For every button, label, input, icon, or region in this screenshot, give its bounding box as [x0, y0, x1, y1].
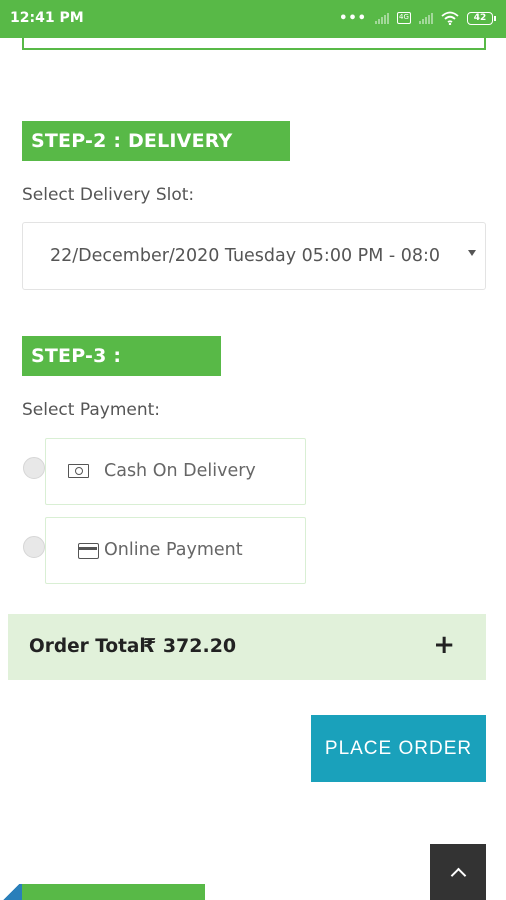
step3-heading: STEP-3 : PAYMENT — [22, 336, 221, 407]
dropdown-arrow-icon — [468, 250, 476, 256]
online-payment-label: Online Payment — [104, 540, 243, 560]
delivery-slot-label: Select Delivery Slot: — [22, 185, 195, 205]
corner-accent — [0, 884, 22, 900]
online-payment-radio[interactable] — [23, 536, 45, 558]
more-dots-icon: ••• — [339, 10, 367, 26]
signal-icon-2 — [419, 12, 433, 24]
step2-heading: STEP-2 : DELIVERY SLOTS — [22, 121, 290, 192]
signal-icon — [375, 12, 389, 24]
network-type-icon: 4G — [397, 12, 411, 24]
payment-label: Select Payment: — [22, 400, 161, 420]
order-total-amount: ₹ 372.20 — [143, 635, 237, 657]
scroll-to-top-button[interactable] — [430, 844, 486, 900]
delivery-slot-select[interactable]: 22/December/2020 Tuesday 05:00 PM - 08:0 — [22, 222, 486, 290]
cash-on-delivery-radio[interactable] — [23, 457, 45, 479]
bottom-green-bar — [22, 884, 205, 900]
cash-icon — [68, 464, 89, 478]
status-time: 12:41 PM — [10, 10, 84, 26]
order-total-bar[interactable]: Order Total ₹ 372.20 + — [8, 614, 486, 680]
place-order-button[interactable]: PLACE ORDER — [311, 715, 486, 782]
status-icons: ••• 4G 42 — [339, 8, 496, 28]
delivery-slot-value: 22/December/2020 Tuesday 05:00 PM - 08:0 — [50, 246, 441, 266]
online-payment-option[interactable]: Online Payment — [45, 517, 306, 584]
order-total-label: Order Total — [29, 636, 146, 657]
cash-on-delivery-option[interactable]: Cash On Delivery — [45, 438, 306, 505]
card-icon — [78, 543, 99, 559]
battery-level: 42 — [467, 11, 493, 25]
battery-icon: 42 — [467, 11, 496, 25]
cash-on-delivery-label: Cash On Delivery — [104, 461, 256, 481]
previous-section-box — [22, 30, 486, 50]
expand-plus-icon[interactable]: + — [433, 632, 455, 658]
wifi-icon — [441, 11, 459, 25]
